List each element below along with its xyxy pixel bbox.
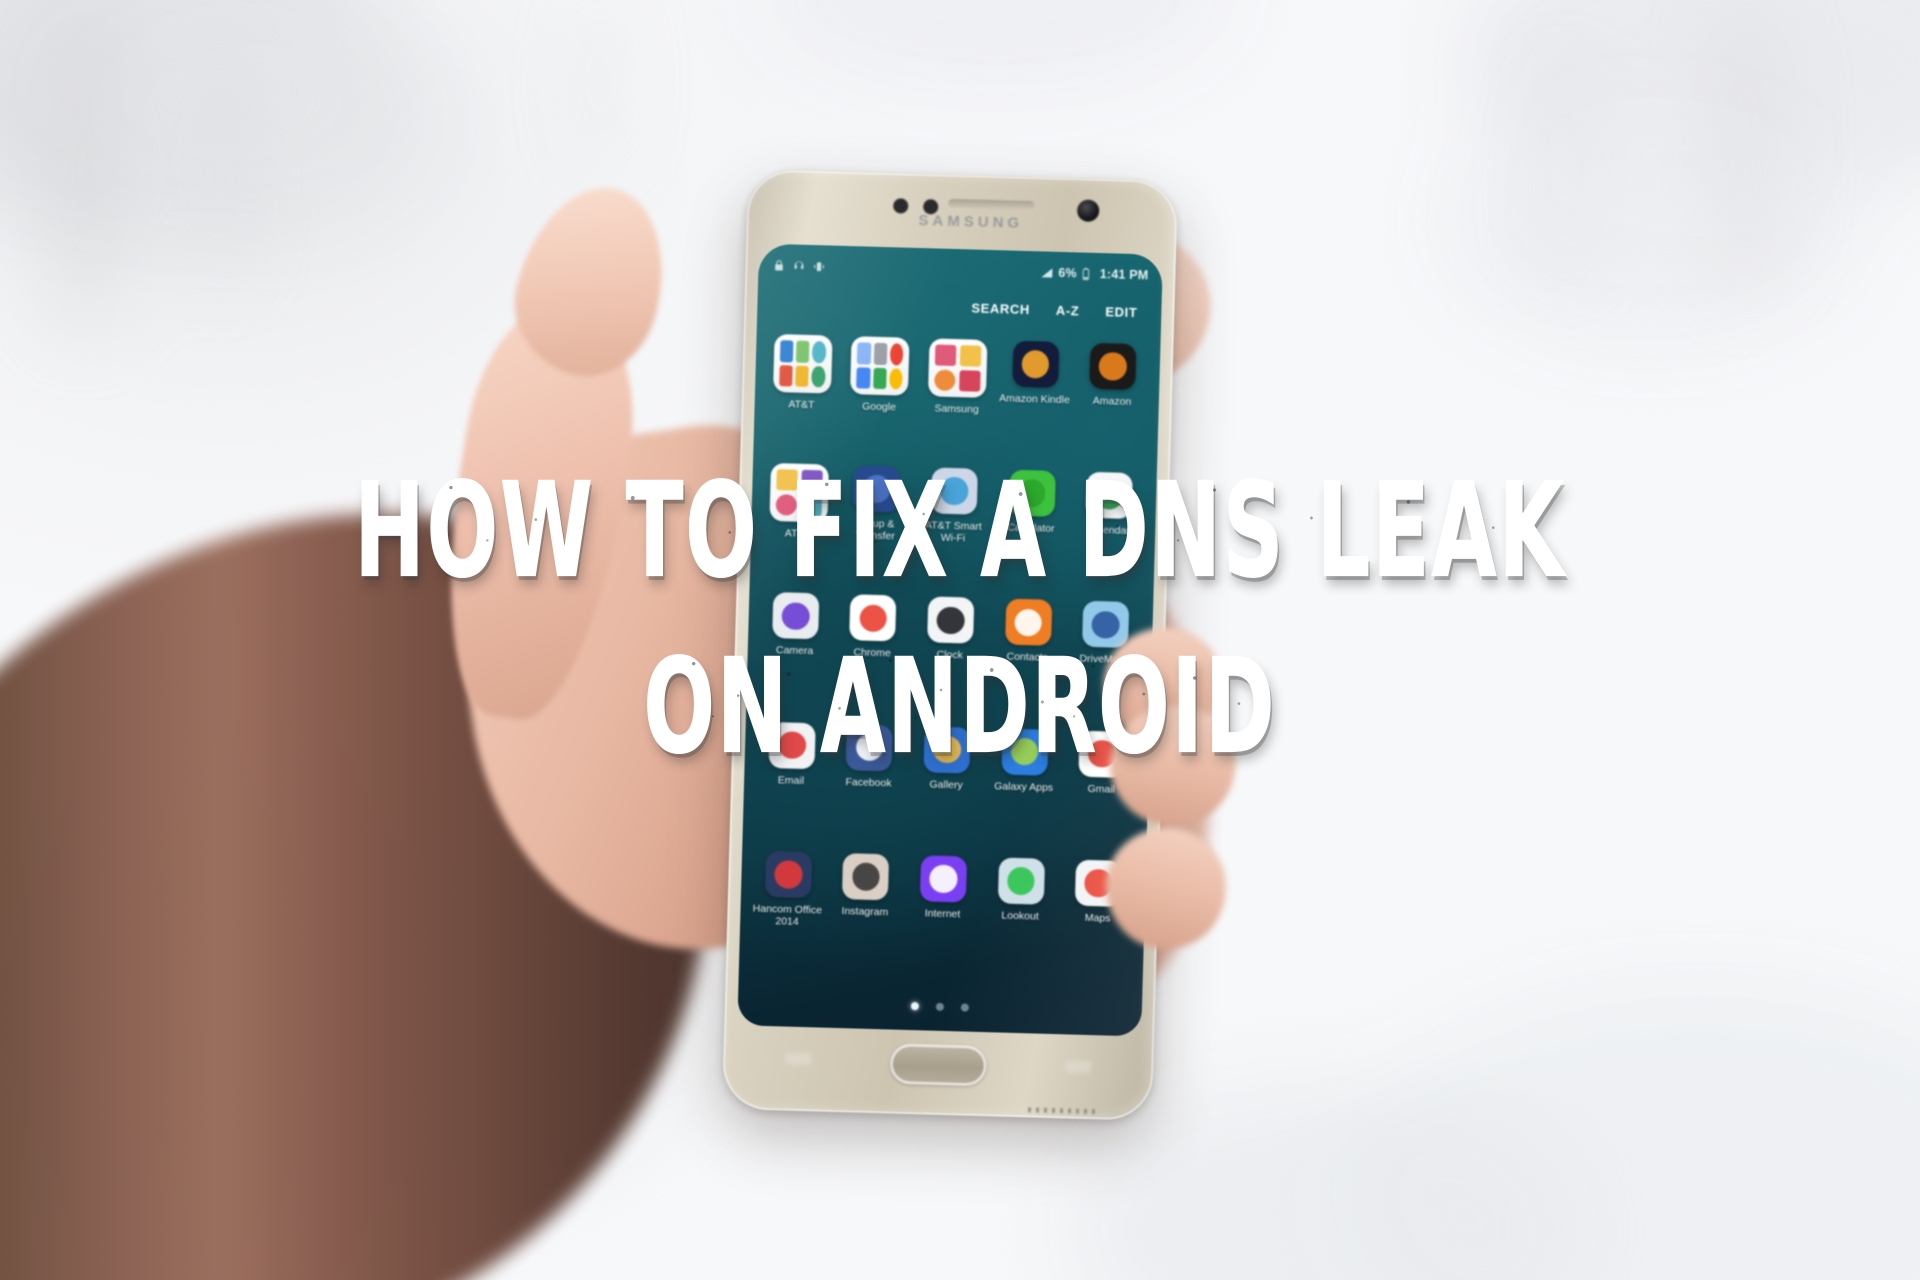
- hand-fingers-front: [0, 0, 1920, 1280]
- ring-fingertip: [1100, 822, 1232, 954]
- poster-canvas: SAMSUNG 6% 1:41 PM SEARCH A-Z EDIT AT&T …: [0, 0, 1920, 1280]
